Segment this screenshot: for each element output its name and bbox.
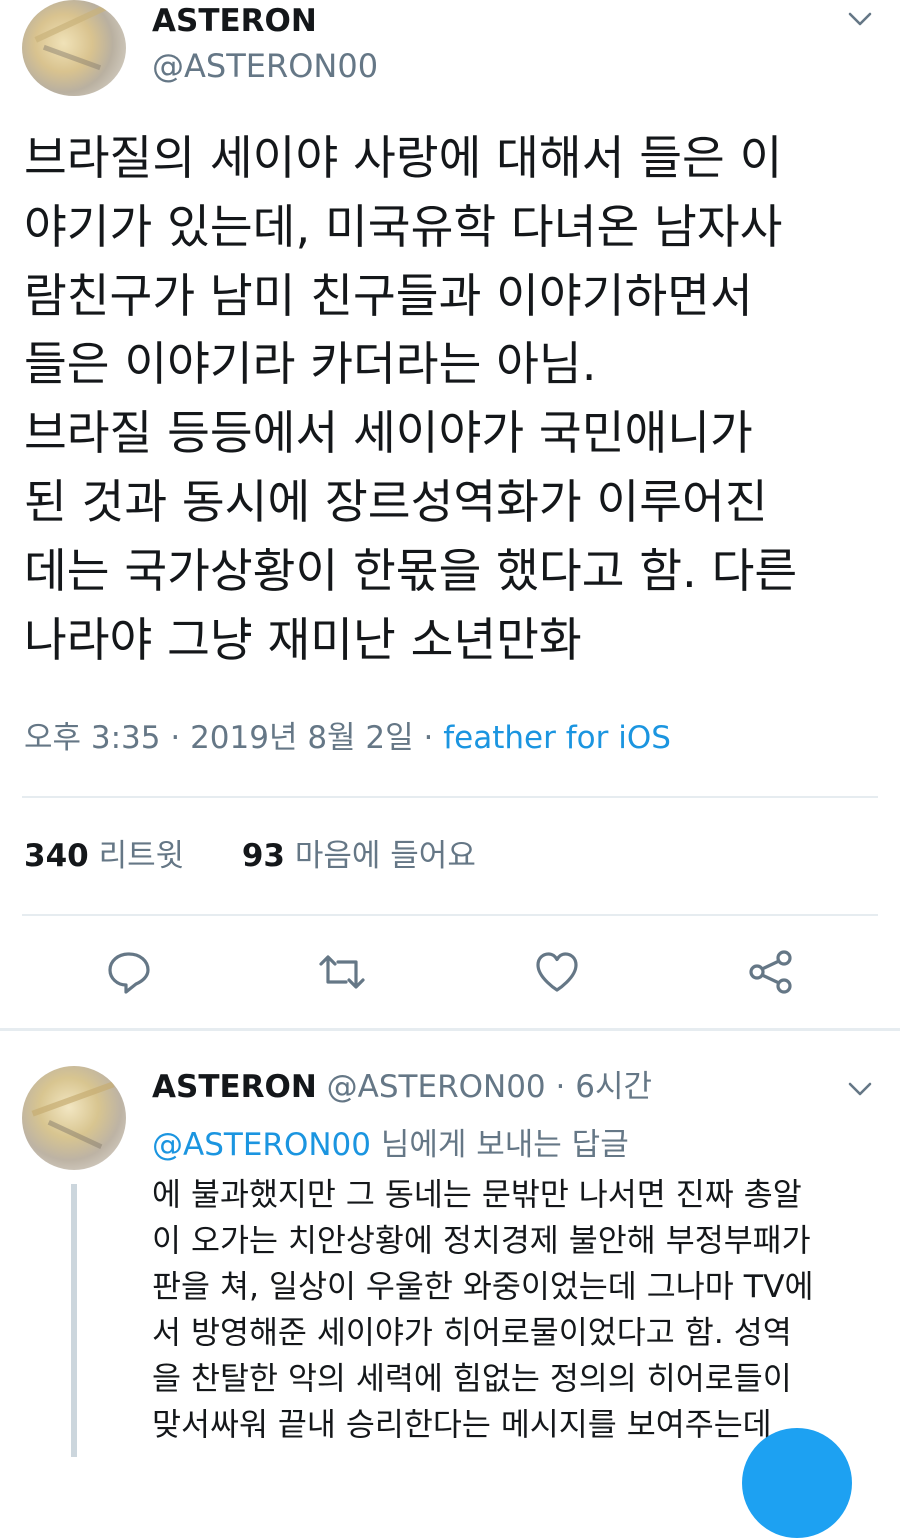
engagement-stats: 340 리트윗 93 마음에 들어요 — [24, 834, 476, 878]
reply-icon[interactable] — [105, 948, 153, 996]
reply-text: 에 불과했지만 그 동네는 문밖만 나서면 진짜 총알 이 오가는 치안상황에 … — [152, 1172, 882, 1448]
tweet-text-line: 나라야 그냥 재미난 소년만화 — [24, 612, 582, 667]
reply-text-line: 판을 쳐, 일상이 우울한 와중이었는데 그나마 TV에 — [152, 1269, 814, 1305]
replying-to-mention[interactable]: @ASTERON00 — [152, 1127, 371, 1163]
tweet-meta: 오후 3:35 · 2019년 8월 2일 · feather for iOS — [24, 716, 671, 760]
retweets-label: 리트윗 — [98, 838, 185, 874]
divider — [22, 914, 878, 916]
meta-separator: · — [555, 1069, 566, 1105]
tweet-text-line: 들은 이야기라 카더라는 아님. — [24, 337, 597, 392]
heart-icon[interactable] — [533, 948, 581, 996]
section-divider — [0, 1028, 900, 1031]
replying-to: @ASTERON00 님에게 보내는 답글 — [152, 1124, 629, 1166]
tweet-text-line: 야기가 있는데, 미국유학 다녀온 남자사 — [24, 199, 783, 254]
likes-stat[interactable]: 93 마음에 들어요 — [242, 838, 476, 874]
reply-header: ASTERON @ASTERON00 · 6시간 — [152, 1066, 652, 1108]
likes-count: 93 — [241, 838, 285, 874]
tweet-text: 브라질의 세이야 사랑에 대해서 들은 이 야기가 있는데, 미국유학 다녀온 … — [24, 124, 884, 674]
chevron-down-icon[interactable] — [847, 1076, 873, 1102]
tweet-source-link[interactable]: feather for iOS — [443, 720, 671, 756]
reply-text-line: 에 불과했지만 그 동네는 문밖만 나서면 진짜 총알 — [152, 1177, 802, 1213]
author-handle[interactable]: @ASTERON00 — [152, 46, 378, 86]
share-icon[interactable] — [747, 948, 795, 996]
retweets-count: 340 — [24, 838, 89, 874]
reply-time[interactable]: 6시간 — [575, 1069, 652, 1105]
thread-connector — [71, 1184, 77, 1457]
meta-separator: · — [423, 720, 434, 756]
tweet-text-line: 데는 국가상황이 한몫을 했다고 함. 다른 — [24, 543, 798, 598]
retweet-icon[interactable] — [318, 948, 366, 996]
reply-author-display-name[interactable]: ASTERON — [152, 1069, 317, 1105]
tweet-text-line: 된 것과 동시에 장르성역화가 이루어진 — [24, 474, 768, 529]
tweet-timestamp[interactable]: 오후 3:35 · 2019년 8월 2일 — [24, 720, 414, 756]
chevron-down-icon[interactable] — [847, 6, 873, 32]
reply-text-line: 을 찬탈한 악의 세력에 힘없는 정의의 히어로들이 — [152, 1361, 792, 1397]
tweet-text-line: 브라질의 세이야 사랑에 대해서 들은 이 — [24, 131, 783, 185]
replying-to-label: 님에게 보내는 답글 — [380, 1127, 629, 1163]
likes-label: 마음에 들어요 — [294, 838, 476, 874]
avatar[interactable] — [22, 0, 126, 96]
tweet-text-line: 람친구가 남미 친구들과 이야기하면서 — [24, 268, 753, 323]
retweets-stat[interactable]: 340 리트윗 — [24, 838, 194, 874]
tweet-text-line: 브라질 등등에서 세이야가 국민애니가 — [24, 406, 753, 461]
reply-text-line: 이 오가는 치안상황에 정치경제 불안해 부정부패가 — [152, 1223, 811, 1259]
avatar[interactable] — [22, 1066, 126, 1170]
author-display-name[interactable]: ASTERON — [152, 2, 317, 40]
divider — [22, 796, 878, 798]
reply-text-line: 서 방영해준 세이야가 히어로물이었다고 함. 성역 — [152, 1315, 792, 1351]
reply-author-handle[interactable]: @ASTERON00 — [327, 1069, 546, 1105]
compose-fab[interactable] — [742, 1428, 852, 1538]
